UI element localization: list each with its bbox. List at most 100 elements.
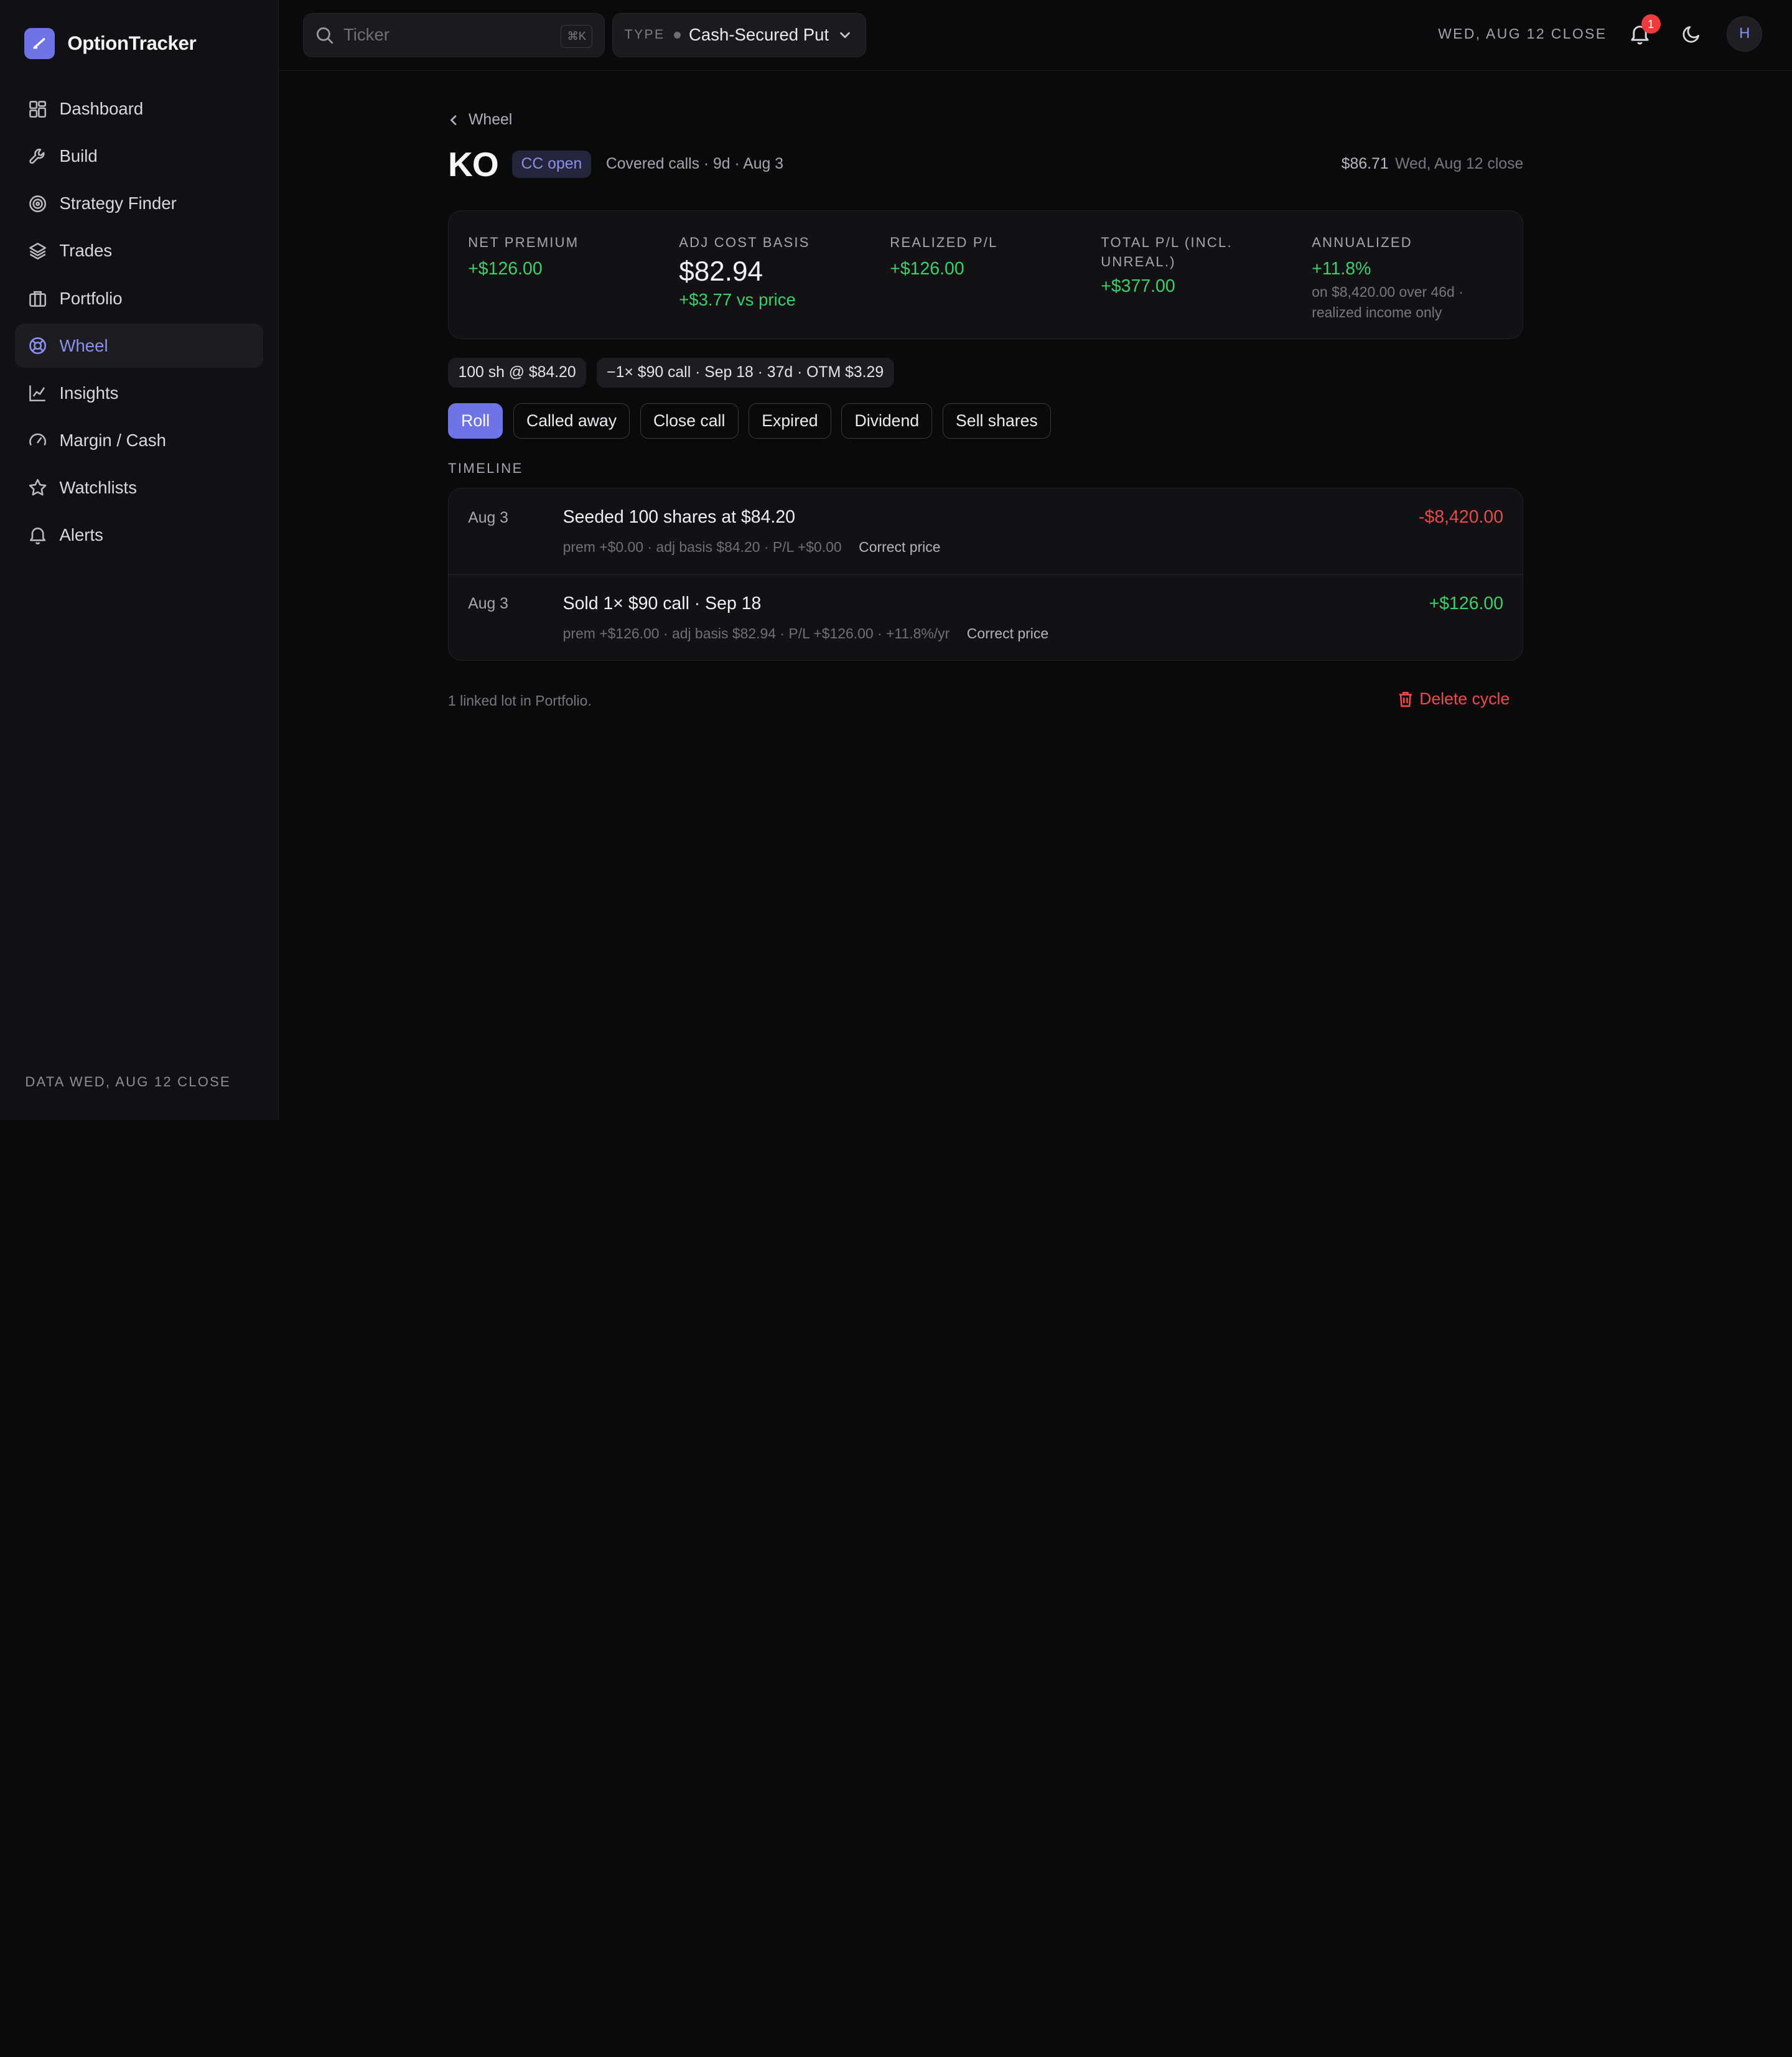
sidebar: OptionTracker Dashboard Build Strategy F…	[0, 0, 279, 1120]
sidebar-item-label: Wheel	[59, 335, 108, 355]
sidebar-item-portfolio[interactable]: Portfolio	[15, 276, 263, 321]
data-status: DATA WED, AUG 12 CLOSE	[25, 1074, 231, 1090]
close-call-button[interactable]: Close call	[640, 403, 739, 439]
sidebar-item-label: Trades	[59, 241, 113, 261]
app-name: OptionTracker	[67, 32, 197, 54]
timeline-row: Aug 3 Seeded 100 shares at $84.20 prem +…	[449, 488, 1523, 574]
stat-label: ADJ COST BASIS	[679, 234, 810, 250]
search-input[interactable]	[343, 25, 538, 45]
stat-label: REALIZED P/L	[890, 234, 998, 250]
chevron-left-icon	[448, 114, 459, 126]
sidebar-item-trades[interactable]: Trades	[15, 229, 263, 274]
delete-cycle-label: Delete cycle	[1419, 689, 1510, 708]
stat-value: +$377.00	[1101, 276, 1175, 296]
dashboard-icon	[27, 99, 48, 119]
event-meta-text: prem +$126.00 · adj basis $82.94 · P/L +…	[562, 625, 950, 642]
stat-realized-pl: REALIZED P/L +$126.00	[890, 233, 1101, 339]
type-select[interactable]: TYPE Cash-Secured Put	[612, 12, 866, 58]
target-icon	[27, 194, 48, 214]
sidebar-item-insights[interactable]: Insights	[15, 371, 263, 416]
sidebar-item-strategy-finder[interactable]: Strategy Finder	[15, 182, 263, 226]
sidebar-nav: Dashboard Build Strategy Finder Trades P…	[0, 87, 278, 557]
chart-line-icon	[27, 383, 48, 403]
price-date: Wed, Aug 12 close	[1395, 155, 1524, 172]
call-chip: −1× $90 call · Sep 18 · 37d · OTM $3.29	[596, 357, 894, 388]
status-badge: CC open	[511, 151, 591, 179]
position-chips: 100 sh @ $84.20 −1× $90 call · Sep 18 · …	[447, 357, 1523, 388]
delete-cycle-button[interactable]: Delete cycle	[1398, 689, 1510, 709]
type-dot	[674, 31, 681, 39]
avatar[interactable]: H	[1727, 16, 1763, 52]
bell-icon	[27, 525, 48, 545]
detail-footer: 1 linked lot in Portfolio. Delete cycle	[448, 689, 1523, 712]
correct-price-link[interactable]: Correct price	[859, 539, 940, 556]
sidebar-item-alerts[interactable]: Alerts	[15, 513, 263, 557]
lifebuoy-icon	[27, 335, 48, 356]
sidebar-item-watchlists[interactable]: Watchlists	[15, 465, 263, 510]
event-title: Sold 1× $90 call · Sep 18	[562, 593, 762, 613]
stat-label: TOTAL P/L (INCL. UNREAL.)	[1101, 234, 1233, 270]
notification-badge: 1	[1641, 14, 1661, 34]
event-amount: -$8,420.00	[1419, 506, 1504, 527]
timeline-row: Aug 3 Sold 1× $90 call · Sep 18 prem +$1…	[448, 574, 1523, 660]
gauge-icon	[27, 430, 48, 450]
sell-shares-button[interactable]: Sell shares	[942, 403, 1051, 439]
layers-icon	[27, 241, 48, 261]
trash-icon	[1398, 691, 1414, 708]
search-icon	[315, 26, 334, 45]
sidebar-item-build[interactable]: Build	[15, 134, 263, 179]
logo[interactable]: OptionTracker	[0, 0, 278, 60]
sidebar-item-dashboard[interactable]: Dashboard	[15, 87, 263, 132]
type-value: Cash-Secured Put	[689, 25, 829, 45]
breadcrumb[interactable]: Wheel	[448, 111, 1523, 129]
search-shortcut: ⌘K	[561, 24, 593, 48]
timeline: Aug 3 Seeded 100 shares at $84.20 prem +…	[447, 488, 1524, 661]
moon-icon	[1681, 24, 1702, 44]
sidebar-item-label: Margin / Cash	[59, 430, 166, 450]
sidebar-item-label: Watchlists	[59, 477, 137, 497]
type-label: TYPE	[624, 27, 665, 42]
stat-label: ANNUALIZED	[1312, 234, 1412, 250]
timeline-title: TIMELINE	[447, 460, 523, 477]
stat-note: on $8,420.00 over 46d · realized income …	[1312, 283, 1463, 320]
linked-lot-note: 1 linked lot in Portfolio.	[447, 693, 592, 709]
stat-value: +$126.00	[468, 259, 543, 279]
correct-price-link[interactable]: Correct price	[967, 625, 1048, 642]
chevron-down-icon	[838, 28, 852, 42]
sidebar-item-label: Portfolio	[59, 288, 123, 308]
sidebar-item-label: Insights	[59, 383, 119, 403]
cycle-subtitle: Covered calls · 9d · Aug 3	[605, 156, 784, 173]
expired-button[interactable]: Expired	[749, 403, 831, 439]
event-amount: +$126.00	[1429, 593, 1504, 613]
sidebar-item-label: Build	[59, 146, 98, 166]
event-meta: prem +$126.00 · adj basis $82.94 · P/L +…	[563, 625, 1048, 642]
topbar-right: WED, AUG 12 CLOSE 1 H	[1438, 14, 1763, 52]
app-root: OptionTracker Dashboard Build Strategy F…	[0, 0, 1792, 1120]
main: ⌘K TYPE Cash-Secured Put WED, AUG 12 CLO…	[279, 0, 1792, 1120]
event-date: Aug 3	[468, 595, 508, 613]
called-away-button[interactable]: Called away	[513, 403, 630, 439]
stat-label: NET PREMIUM	[468, 234, 579, 250]
event-title: Seeded 100 shares at $84.20	[562, 506, 795, 527]
roll-button[interactable]: Roll	[447, 403, 503, 439]
wrench-icon	[27, 146, 48, 167]
dividend-button[interactable]: Dividend	[841, 403, 933, 439]
stat-value: +$126.00	[890, 259, 964, 279]
shares-chip: 100 sh @ $84.20	[447, 357, 587, 388]
theme-toggle[interactable]	[1679, 21, 1704, 46]
event-meta: prem +$0.00 · adj basis $84.20 · P/L +$0…	[563, 539, 941, 556]
stat-annualized: ANNUALIZED +11.8% on $8,420.00 over 46d …	[1312, 233, 1523, 339]
stat-value: +11.8%	[1312, 259, 1371, 279]
topbar: ⌘K TYPE Cash-Secured Put WED, AUG 12 CLO…	[279, 0, 1792, 71]
breadcrumb-label: Wheel	[469, 111, 513, 128]
stat-value: $82.94	[679, 256, 763, 287]
stat-sub: +$3.77 vs price	[679, 290, 796, 310]
market-close-label: WED, AUG 12 CLOSE	[1438, 25, 1607, 42]
sidebar-item-wheel[interactable]: Wheel	[14, 323, 264, 368]
cycle-actions: Roll Called away Close call Expired Divi…	[447, 403, 1523, 439]
search-box[interactable]: ⌘K	[302, 12, 605, 58]
logo-icon	[24, 28, 55, 59]
notifications-button[interactable]: 1	[1627, 14, 1661, 46]
title-row: KO CC open Covered calls · 9d · Aug 3 $8…	[448, 143, 1523, 187]
sidebar-item-margin-cash[interactable]: Margin / Cash	[15, 418, 263, 463]
